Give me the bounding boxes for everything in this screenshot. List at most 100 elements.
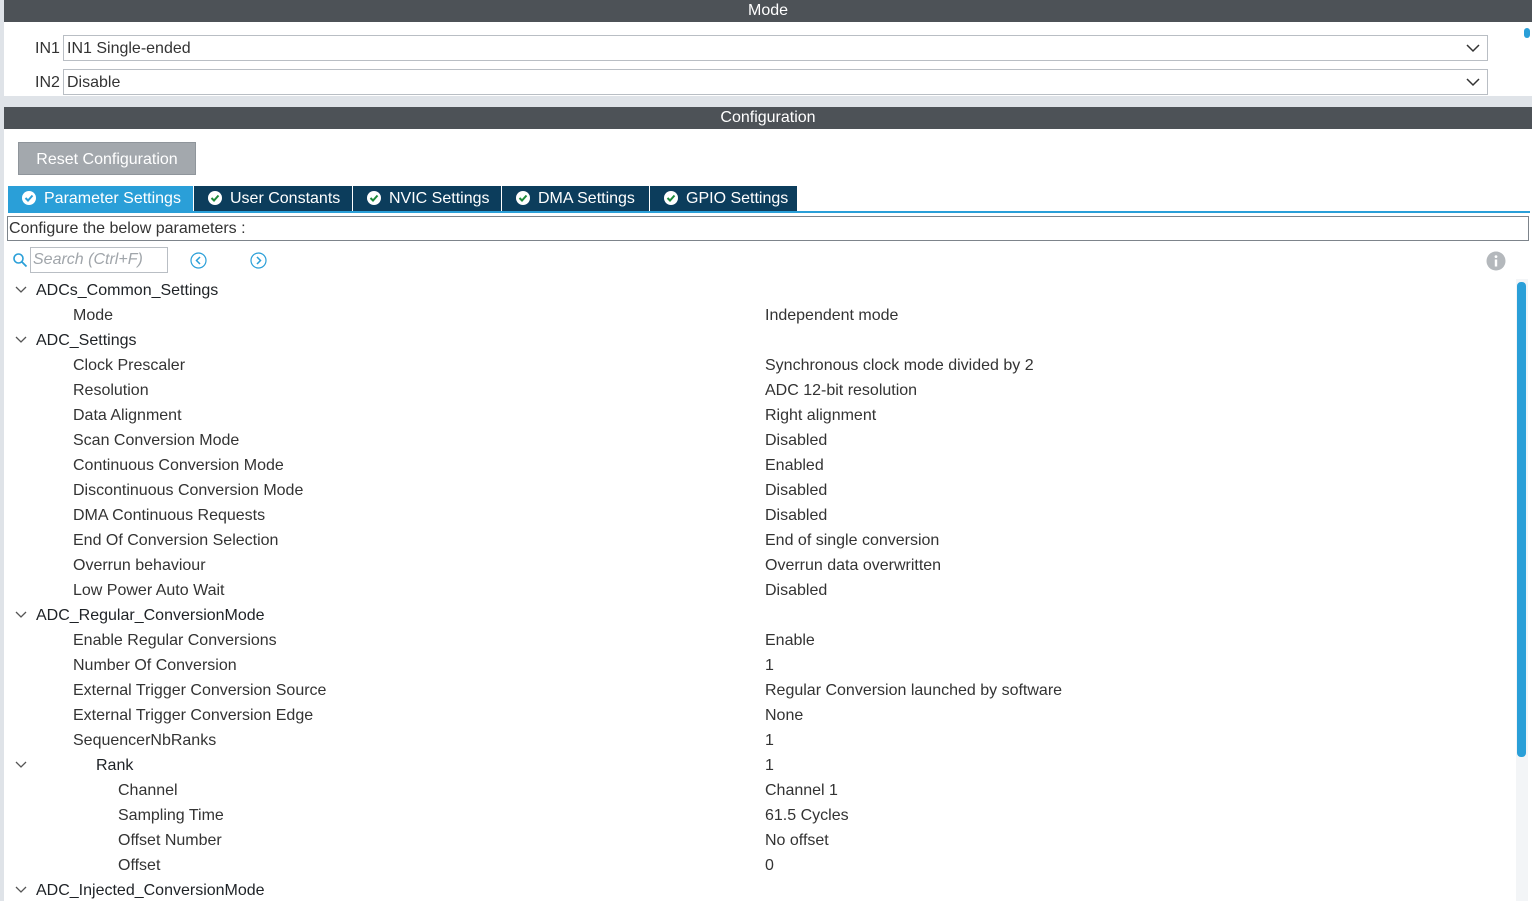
parameter-name: Offset [118,857,161,874]
tree-parameter-row[interactable]: Offset 0 [8,853,1513,878]
parameter-name: Channel [118,782,178,799]
expand-chevron-icon[interactable] [15,610,27,620]
parameter-value[interactable]: 1 [765,753,774,778]
tab-gpio-settings[interactable]: GPIO Settings [650,186,798,211]
mode-section-header: Mode [4,0,1532,22]
tab-user-constants[interactable]: User Constants [194,186,353,211]
parameter-name: Continuous Conversion Mode [73,457,284,474]
tab-label: GPIO Settings [686,190,789,207]
parameter-value[interactable]: Disabled [765,578,827,603]
tree-parameter-row[interactable]: Continuous Conversion Mode Enabled [8,453,1513,478]
tree-group-row[interactable]: ADC_Injected_ConversionMode [8,878,1513,901]
parameters-description: Configure the below parameters : [7,216,1529,241]
parameter-name: Sampling Time [118,807,224,824]
parameter-value[interactable]: ADC 12-bit resolution [765,378,917,403]
tree-parameter-row[interactable]: SequencerNbRanks 1 [8,728,1513,753]
tree-parameter-row[interactable]: External Trigger Conversion Edge None [8,703,1513,728]
parameter-value[interactable]: Synchronous clock mode divided by 2 [765,353,1034,378]
parameter-value[interactable]: 1 [765,653,774,678]
parameter-value[interactable]: Enable [765,628,815,653]
in2-select[interactable]: Disable [63,69,1488,95]
parameter-name: ADC_Injected_ConversionMode [36,882,265,899]
tab-parameter-settings[interactable]: Parameter Settings [8,186,194,211]
tree-parameter-row[interactable]: Resolution ADC 12-bit resolution [8,378,1513,403]
expand-chevron-icon[interactable] [15,285,27,295]
tree-parameter-row[interactable]: Channel Channel 1 [8,778,1513,803]
tree-group-row[interactable]: ADCs_Common_Settings [8,278,1513,303]
reset-configuration-button[interactable]: Reset Configuration [18,142,196,175]
parameter-name: External Trigger Conversion Source [73,682,327,699]
left-edge-border [0,0,4,901]
parameter-value[interactable]: Independent mode [765,303,898,328]
tree-parameter-row[interactable]: Mode Independent mode [8,303,1513,328]
tree-parameter-row[interactable]: Offset Number No offset [8,828,1513,853]
tree-parameter-row[interactable]: External Trigger Conversion Source Regula… [8,678,1513,703]
in2-label: IN2 [35,74,60,91]
parameter-value[interactable]: 0 [765,853,774,878]
in1-select[interactable]: IN1 Single-ended [63,35,1488,61]
in2-select-value: Disable [67,74,121,91]
info-icon[interactable] [1486,251,1506,271]
search-input[interactable] [30,247,168,273]
parameter-name: Resolution [73,382,149,399]
mode-scrollbar-thumb[interactable] [1524,28,1530,38]
parameter-name: Data Alignment [73,407,182,424]
parameter-value[interactable]: No offset [765,828,829,853]
check-circle-icon [664,191,678,205]
tab-nvic-settings[interactable]: NVIC Settings [353,186,502,211]
check-circle-icon [367,191,381,205]
check-circle-icon [516,191,530,205]
parameter-value[interactable]: Channel 1 [765,778,838,803]
parameter-value[interactable]: End of single conversion [765,528,939,553]
parameter-value[interactable]: Disabled [765,478,827,503]
expand-chevron-icon[interactable] [15,335,27,345]
tree-scrollbar-thumb[interactable] [1517,282,1526,757]
previous-match-icon[interactable] [190,252,207,269]
tree-group-row[interactable]: ADC_Settings [8,328,1513,353]
tab-label: User Constants [230,190,341,207]
configuration-section-header: Configuration [4,107,1532,129]
parameter-value[interactable]: Enabled [765,453,824,478]
tab-underline [8,211,1530,213]
parameter-value[interactable]: Overrun data overwritten [765,553,941,578]
check-circle-icon [208,191,222,205]
tree-parameter-row[interactable]: Overrun behaviour Overrun data overwritte… [8,553,1513,578]
check-circle-icon [22,191,36,205]
expand-chevron-icon[interactable] [15,885,27,895]
tree-parameter-row[interactable]: Number Of Conversion 1 [8,653,1513,678]
tab-dma-settings[interactable]: DMA Settings [502,186,650,211]
mode-row-in1: IN1 IN1 Single-ended [4,35,1522,63]
next-match-icon[interactable] [250,252,267,269]
chevron-down-icon[interactable] [1465,38,1481,58]
parameter-name: ADC_Regular_ConversionMode [36,607,265,624]
tree-group-row[interactable]: Rank 1 [8,753,1513,778]
mode-panel: IN1 IN1 Single-ended IN2 Disable [4,22,1522,96]
tree-parameter-row[interactable]: Data Alignment Right alignment [8,403,1513,428]
tree-parameter-row[interactable]: Low Power Auto Wait Disabled [8,578,1513,603]
parameter-name: Offset Number [118,832,222,849]
parameter-value[interactable]: Right alignment [765,403,876,428]
expand-chevron-icon[interactable] [15,760,27,770]
parameter-name: SequencerNbRanks [73,732,217,749]
parameter-value[interactable]: Regular Conversion launched by software [765,678,1062,703]
parameter-value[interactable]: None [765,703,803,728]
parameter-value[interactable]: 61.5 Cycles [765,803,849,828]
tree-parameter-row[interactable]: Clock Prescaler Synchronous clock mode di… [8,353,1513,378]
parameter-value[interactable]: Disabled [765,428,827,453]
parameter-name: Low Power Auto Wait [73,582,225,599]
chevron-down-icon[interactable] [1465,72,1481,92]
tree-parameter-row[interactable]: Sampling Time 61.5 Cycles [8,803,1513,828]
tree-parameter-row[interactable]: Scan Conversion Mode Disabled [8,428,1513,453]
tree-parameter-row[interactable]: End Of Conversion Selection End of single… [8,528,1513,553]
parameter-value[interactable]: 1 [765,728,774,753]
tree-parameter-row[interactable]: Enable Regular Conversions Enable [8,628,1513,653]
tab-label: Parameter Settings [44,190,181,207]
tree-parameter-row[interactable]: DMA Continuous Requests Disabled [8,503,1513,528]
tree-parameter-row[interactable]: Discontinuous Conversion Mode Disabled [8,478,1513,503]
parameter-name: External Trigger Conversion Edge [73,707,314,724]
parameter-name: DMA Continuous Requests [73,507,266,524]
parameter-value[interactable]: Disabled [765,503,827,528]
in1-select-value: IN1 Single-ended [67,40,191,57]
parameter-name: Mode [73,307,114,324]
tree-group-row[interactable]: ADC_Regular_ConversionMode [8,603,1513,628]
